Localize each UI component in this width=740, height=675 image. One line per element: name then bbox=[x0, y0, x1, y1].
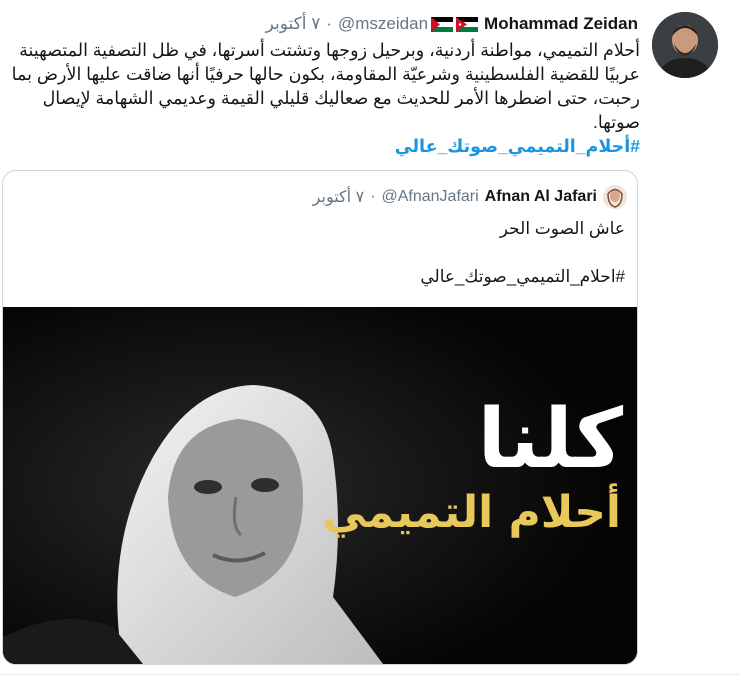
quoted-author-handle[interactable]: @AfnanJafari bbox=[381, 188, 478, 206]
tweet-hashtag-link[interactable]: #أحلام_التميمي_صوتك_عالي bbox=[0, 134, 640, 158]
tweet-body: أحلام التميمي، مواطنة أردنية، وبرحيل زوج… bbox=[11, 40, 640, 132]
tweet[interactable]: Mohammad Zeidan @mszeidan · ٧ أكتوبر أحل… bbox=[0, 0, 740, 675]
quoted-tweet-header: Afnan Al Jafari @AfnanJafari · ٧ أكتوبر bbox=[313, 185, 627, 209]
quoted-tweet-hashtag[interactable]: #احلام_التميمي_صوتك_عالي bbox=[25, 265, 625, 289]
quoted-author-name[interactable]: Afnan Al Jafari bbox=[485, 188, 597, 206]
palestine-flag-icon bbox=[431, 16, 454, 32]
author-handle[interactable]: @mszeidan bbox=[338, 14, 428, 34]
quoted-author-avatar[interactable] bbox=[603, 185, 627, 209]
quoted-tweet-text: عاش الصوت الحر #احلام_التميمي_صوتك_عالي bbox=[25, 217, 625, 313]
quoted-tweet-image[interactable]: كلنا أحلام التميمي bbox=[3, 307, 637, 664]
overlay-headline: كلنا bbox=[477, 392, 625, 487]
author-name[interactable]: Mohammad Zeidan bbox=[484, 14, 638, 34]
tweet-date[interactable]: ٧ أكتوبر bbox=[266, 14, 321, 34]
quoted-tweet-line: عاش الصوت الحر bbox=[499, 219, 625, 238]
quoted-header-separator: · bbox=[370, 188, 376, 205]
quoted-tweet-card[interactable]: Afnan Al Jafari @AfnanJafari · ٧ أكتوبر … bbox=[2, 170, 638, 665]
author-avatar[interactable] bbox=[652, 12, 718, 78]
tweet-header: Mohammad Zeidan @mszeidan · ٧ أكتوبر bbox=[266, 14, 638, 34]
header-separator: · bbox=[326, 14, 333, 33]
jordan-flag-icon bbox=[456, 16, 479, 32]
quoted-tweet-date[interactable]: ٧ أكتوبر bbox=[313, 187, 364, 207]
overlay-subheadline: أحلام التميمي bbox=[322, 487, 621, 538]
tweet-text: أحلام التميمي، مواطنة أردنية، وبرحيل زوج… bbox=[0, 38, 640, 158]
